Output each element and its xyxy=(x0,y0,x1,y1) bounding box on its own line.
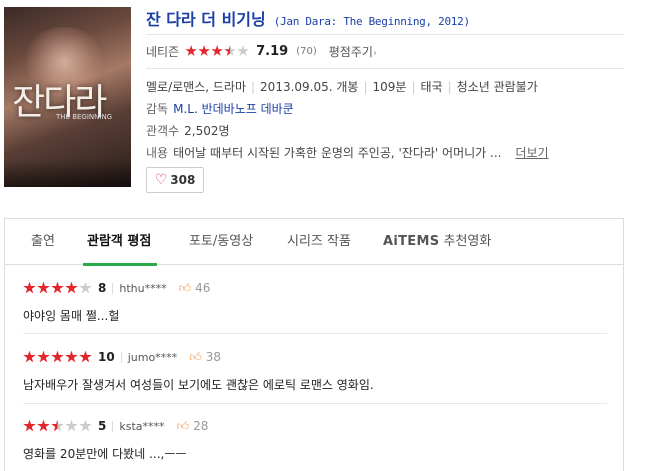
genre: 멜로/로맨스, 드라마 xyxy=(146,80,246,94)
release-date: 2013.09.05. 개봉 xyxy=(260,80,359,94)
star-icon xyxy=(211,45,223,56)
thumbs-up-icon: 👍︎ xyxy=(176,418,190,433)
review-like-count: 28 xyxy=(193,419,209,433)
audience-label: 관객수 xyxy=(146,124,180,138)
review-item: 10 jumo**** 👍︎ 38 남자배우가 잘생겨서 여성들이 보기에도 괜… xyxy=(23,348,607,393)
heart-icon: ♡ xyxy=(154,172,168,188)
movie-info: 잔 다라 더 비기닝 (Jan Dara: The Beginning, 201… xyxy=(146,6,624,193)
review-like-count: 46 xyxy=(195,281,211,295)
poster-subtitle-art: THE BEGINNING xyxy=(56,113,113,121)
tab-bar: 출연 관람객 평점 포토/동영상 시리즈 작품 AiTEMS 추천영화 xyxy=(5,219,623,266)
original-title: (Jan Dara: The Beginning, 2012) xyxy=(273,15,470,28)
rate-label: 평점주기 xyxy=(328,44,373,59)
poster-shade xyxy=(4,159,131,187)
thumbs-up-icon: 👍︎ xyxy=(189,349,202,364)
star-empty-icon xyxy=(79,419,92,432)
movie-poster[interactable]: 잔다라 THE BEGINNING xyxy=(4,7,131,187)
director-row: 감독 M.L. 반데바노프 데바쿤 xyxy=(146,100,624,117)
tab-audience-rating[interactable]: 관람객 평점 xyxy=(82,219,158,266)
star-empty-icon xyxy=(79,281,92,294)
title-row: 잔 다라 더 비기닝 (Jan Dara: The Beginning, 201… xyxy=(146,6,624,30)
audience-count: 2,502명 xyxy=(184,124,230,138)
netizen-label: 네티즌 xyxy=(146,44,180,59)
review-header: 8 hthu**** 👍︎ 46 xyxy=(23,279,607,297)
star-icon xyxy=(51,350,64,363)
review-stars xyxy=(23,350,93,364)
review-like-button[interactable]: 👍︎ 28 xyxy=(177,419,209,434)
review-header: 10 jumo**** 👍︎ 38 xyxy=(23,348,607,366)
star-icon xyxy=(198,45,210,56)
tab-cast[interactable]: 출연 xyxy=(31,219,55,265)
tab-photo-video[interactable]: 포토/동영상 xyxy=(189,219,253,265)
star-half-icon xyxy=(224,45,236,56)
review-like-count: 38 xyxy=(205,350,222,364)
review-stars xyxy=(23,419,93,433)
director-link[interactable]: M.L. 반데바노프 데바쿤 xyxy=(173,102,294,116)
review-score: 10 xyxy=(98,350,115,364)
review-like-button[interactable]: 👍︎ 38 xyxy=(189,350,221,365)
runtime: 109분 xyxy=(372,80,407,94)
synopsis-row: 내용 태어날 때부터 시작된 가혹한 운명의 주인공, '잔다라' 어머니가 ..… xyxy=(146,144,624,161)
review-item: 5 ksta**** 👍︎ 28 영화를 20분만에 다봤네 ...,ㅡㅡ xyxy=(23,417,607,462)
star-empty-icon xyxy=(65,419,78,432)
audience-row: 관객수 2,502명 xyxy=(146,122,624,139)
star-icon xyxy=(65,350,78,363)
review-header: 5 ksta**** 👍︎ 28 xyxy=(23,417,607,435)
tab-recommended[interactable]: AiTEMS 추천영화 xyxy=(383,219,491,265)
like-count: 308 xyxy=(170,173,196,187)
rating-score: 7.19 xyxy=(256,43,289,59)
star-icon xyxy=(65,281,78,294)
like-button[interactable]: ♡ 308 xyxy=(146,167,204,193)
synopsis-text: 태어날 때부터 시작된 가혹한 운명의 주인공, '잔다라' 어머니가 ... xyxy=(173,146,502,160)
review-score: 8 xyxy=(98,281,107,295)
review-score: 5 xyxy=(98,419,107,433)
review-user: jumo**** xyxy=(127,350,178,364)
netizen-rating: 네티즌 7.19 (70) 평점주기› xyxy=(146,38,624,64)
review-text: 영화를 20분만에 다봤네 ...,ㅡㅡ xyxy=(23,447,187,461)
star-icon xyxy=(37,281,50,294)
star-empty-icon xyxy=(237,45,249,56)
thumbs-up-icon: 👍︎ xyxy=(178,280,192,295)
review-text: 남자배우가 잘생겨서 여성들이 보기에도 괜찮은 에로틱 로맨스 영화임. xyxy=(23,378,374,392)
review-user: ksta**** xyxy=(119,419,165,433)
divider xyxy=(146,68,624,69)
rating-stars xyxy=(185,45,250,57)
star-icon xyxy=(51,281,64,294)
synopsis-label: 내용 xyxy=(146,146,169,160)
star-icon xyxy=(23,350,36,363)
review-user: hthu**** xyxy=(119,281,167,295)
star-half-icon xyxy=(51,419,64,432)
star-icon xyxy=(23,281,36,294)
star-icon xyxy=(37,419,50,432)
divider xyxy=(146,34,624,35)
movie-title[interactable]: 잔 다라 더 비기닝 xyxy=(146,6,266,30)
star-icon xyxy=(185,45,197,56)
star-icon xyxy=(37,350,50,363)
meta-row: 멜로/로맨스, 드라마 | 2013.09.05. 개봉 | 109분 | 태국 | 청소년 관… xyxy=(146,80,538,94)
review-stars xyxy=(23,281,93,295)
review-divider xyxy=(23,403,607,404)
tab-recommended-label: 추천영화 xyxy=(443,234,492,249)
review-like-button[interactable]: 👍︎ 46 xyxy=(179,281,211,296)
review-panel: 출연 관람객 평점 포토/동영상 시리즈 작품 AiTEMS 추천영화 8 ht… xyxy=(4,218,624,471)
aitems-brand: AiTEMS xyxy=(383,234,440,249)
country: 태국 xyxy=(420,80,443,94)
review-item: 8 hthu**** 👍︎ 46 야야잉 몸매 쩔...헐 xyxy=(23,279,607,324)
star-icon xyxy=(23,419,36,432)
rating-count: (70) xyxy=(296,45,317,57)
review-divider xyxy=(23,333,607,334)
tab-series[interactable]: 시리즈 작품 xyxy=(287,219,351,265)
director-label: 감독 xyxy=(146,102,169,116)
age-rating: 청소년 관람불가 xyxy=(456,80,538,94)
chevron-right-icon: › xyxy=(372,47,377,59)
review-text: 야야잉 몸매 쩔...헐 xyxy=(23,309,120,323)
rate-button[interactable]: 평점주기› xyxy=(329,43,377,60)
more-link[interactable]: 더보기 xyxy=(515,146,548,160)
star-icon xyxy=(79,350,92,363)
